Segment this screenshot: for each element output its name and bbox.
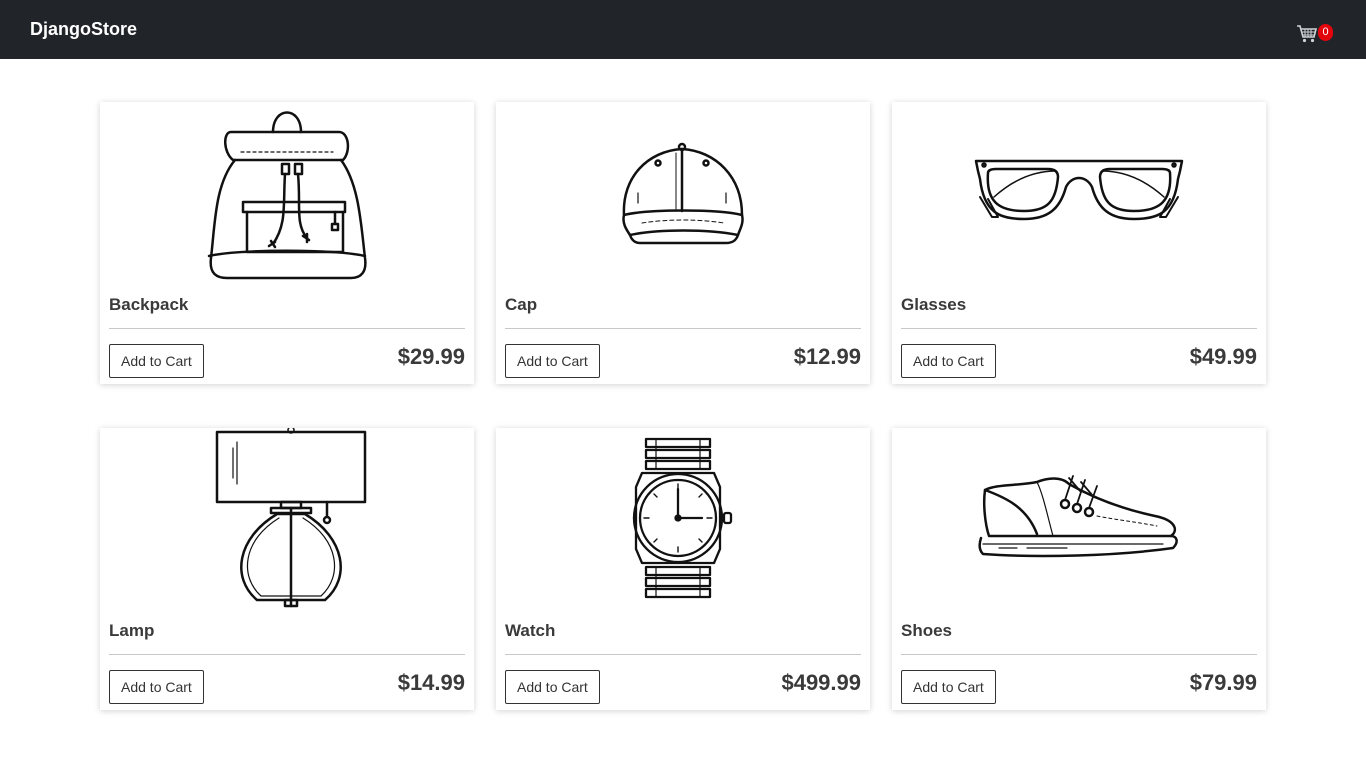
shoe-icon bbox=[978, 475, 1178, 558]
product-name: Shoes bbox=[901, 621, 953, 640]
add-to-cart-button[interactable]: Add to Cart bbox=[109, 670, 204, 704]
product-price: $14.99 bbox=[397, 670, 465, 695]
product-name: Glasses bbox=[901, 295, 967, 314]
add-to-cart-button[interactable]: Add to Cart bbox=[505, 344, 600, 378]
product-price: $79.99 bbox=[1189, 670, 1257, 695]
add-to-cart-button[interactable]: Add to Cart bbox=[109, 344, 204, 378]
product-grid: Backpack Add to Cart $29.99 Cap Add to C… bbox=[100, 102, 1266, 710]
add-to-cart-button[interactable]: Add to Cart bbox=[505, 670, 600, 704]
backpack-icon bbox=[207, 111, 367, 280]
product-price: $499.99 bbox=[781, 670, 861, 695]
product-card-watch: Watch Add to Cart $499.99 bbox=[496, 428, 870, 710]
divider bbox=[109, 654, 465, 655]
brand-logo[interactable]: DjangoStore bbox=[30, 19, 137, 40]
product-image bbox=[496, 428, 870, 608]
cart-count-badge: 0 bbox=[1318, 23, 1333, 41]
product-image bbox=[496, 102, 870, 282]
cap-icon bbox=[622, 142, 744, 245]
divider bbox=[109, 328, 465, 329]
cart-button[interactable]: 0 bbox=[1294, 10, 1334, 50]
product-card-backpack: Backpack Add to Cart $29.99 bbox=[100, 102, 474, 384]
product-name: Cap bbox=[505, 295, 538, 314]
product-image bbox=[100, 428, 474, 608]
product-image bbox=[100, 102, 474, 282]
watch-icon bbox=[632, 437, 733, 599]
product-card-shoes: Shoes Add to Cart $79.99 bbox=[892, 428, 1266, 710]
navbar: DjangoStore 0 bbox=[0, 0, 1366, 59]
product-name: Watch bbox=[505, 621, 556, 640]
product-image bbox=[892, 428, 1266, 608]
product-name: Lamp bbox=[109, 621, 155, 640]
product-card-cap: Cap Add to Cart $12.99 bbox=[496, 102, 870, 384]
product-image bbox=[892, 102, 1266, 282]
product-card-lamp: Lamp Add to Cart $14.99 bbox=[100, 428, 474, 710]
add-to-cart-button[interactable]: Add to Cart bbox=[901, 670, 996, 704]
product-price: $49.99 bbox=[1189, 344, 1257, 369]
product-price: $12.99 bbox=[793, 344, 861, 369]
product-card-glasses: Glasses Add to Cart $49.99 bbox=[892, 102, 1266, 384]
product-name: Backpack bbox=[109, 295, 189, 314]
glasses-icon bbox=[974, 159, 1184, 221]
divider bbox=[901, 328, 1257, 329]
divider bbox=[901, 654, 1257, 655]
lamp-icon bbox=[215, 428, 367, 608]
divider bbox=[505, 654, 861, 655]
divider bbox=[505, 328, 861, 329]
add-to-cart-button[interactable]: Add to Cart bbox=[901, 344, 996, 378]
product-price: $29.99 bbox=[397, 344, 465, 369]
shopping-cart-icon bbox=[1297, 24, 1318, 42]
